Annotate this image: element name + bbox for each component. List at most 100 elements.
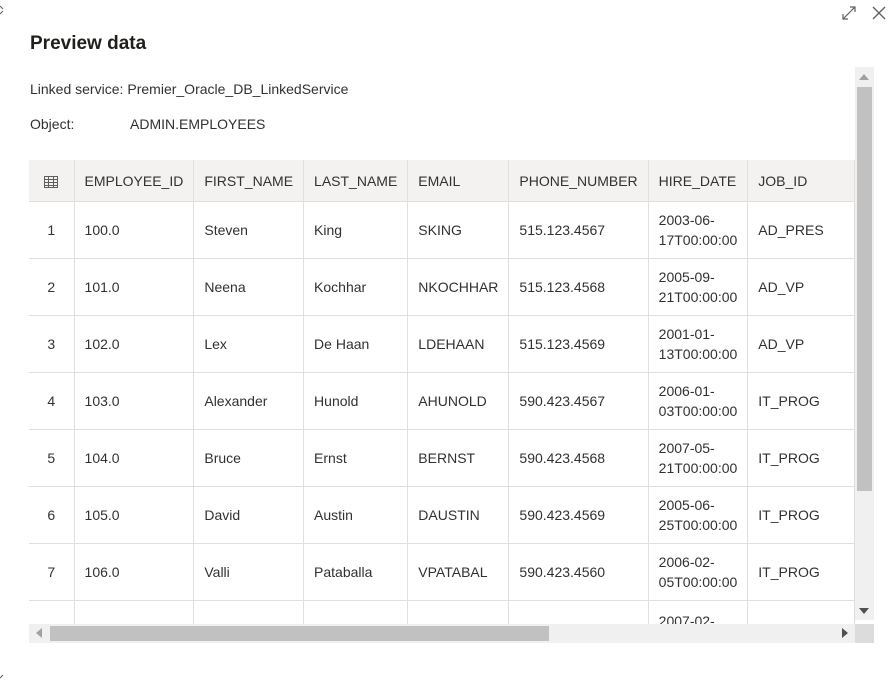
object-value: ADMIN.EMPLOYEES	[130, 116, 266, 132]
cell-hire-date: 2006-01-03T00:00:00	[648, 372, 749, 430]
cell-phone-number: 515.123.4569	[508, 315, 649, 373]
scroll-down-arrow-icon[interactable]	[859, 608, 869, 614]
row-index: 4	[29, 372, 75, 430]
cell-job-id: IT_PROG	[747, 372, 855, 430]
cell-phone-number: 515.123.4568	[508, 258, 649, 316]
cell-hire-date: 2006-02-05T00:00:00	[648, 543, 749, 601]
expand-icon[interactable]	[840, 4, 858, 22]
cell-first-name: David	[193, 486, 305, 544]
cell-job-id: AD_VP	[747, 315, 855, 373]
horizontal-scrollbar[interactable]	[29, 624, 855, 643]
cell-job-id: IT_PROG	[747, 429, 855, 487]
column-header-first-name[interactable]: FIRST_NAME	[193, 160, 305, 202]
cell-hire-date: 2007-02-	[648, 600, 749, 624]
cell-hire-date: 2003-06-17T00:00:00	[648, 201, 749, 259]
cell-hire-date: 2005-09-21T00:00:00	[648, 258, 749, 316]
table-row: 1 100.0 Steven King SKING 515.123.4567 2…	[29, 201, 855, 259]
dialog-title: Preview data	[30, 33, 147, 54]
row-index: 5	[29, 429, 75, 487]
cell-email	[407, 600, 510, 624]
cell-email: LDEHAAN	[407, 315, 510, 373]
table-row: 4 103.0 Alexander Hunold AHUNOLD 590.423…	[29, 372, 855, 430]
cell-employee-id: 106.0	[74, 543, 195, 601]
close-icon[interactable]	[870, 4, 888, 22]
cell-email: BERNST	[407, 429, 510, 487]
edge-marker	[0, 5, 4, 15]
cell-employee-id: 101.0	[74, 258, 195, 316]
cell-phone-number: 590.423.4569	[508, 486, 649, 544]
preview-table: EMPLOYEE_ID FIRST_NAME LAST_NAME EMAIL P…	[29, 160, 855, 624]
cell-last-name	[303, 600, 409, 624]
cell-first-name: Bruce	[193, 429, 305, 487]
grid-icon	[44, 175, 59, 188]
cell-employee-id: 103.0	[74, 372, 195, 430]
cell-last-name: Ernst	[303, 429, 409, 487]
linked-service-row: Linked service: Premier_Oracle_DB_LinkedS…	[30, 81, 348, 97]
column-header-phone-number[interactable]: PHONE_NUMBER	[508, 160, 649, 202]
cell-job-id: IT_PROG	[747, 486, 855, 544]
cell-phone-number: 515.123.4567	[508, 201, 649, 259]
data-grid: EMPLOYEE_ID FIRST_NAME LAST_NAME EMAIL P…	[29, 160, 855, 624]
column-header-last-name[interactable]: LAST_NAME	[303, 160, 409, 202]
cell-email: NKOCHHAR	[407, 258, 510, 316]
row-index: 2	[29, 258, 75, 316]
row-index: 6	[29, 486, 75, 544]
cell-first-name: Steven	[193, 201, 305, 259]
cell-employee-id: 105.0	[74, 486, 195, 544]
cell-hire-date: 2005-06-25T00:00:00	[648, 486, 749, 544]
cell-first-name: Neena	[193, 258, 305, 316]
table-row: 2 101.0 Neena Kochhar NKOCHHAR 515.123.4…	[29, 258, 855, 316]
cell-job-id: IT_PROG	[747, 543, 855, 601]
cell-last-name: King	[303, 201, 409, 259]
cell-phone-number: 590.423.4567	[508, 372, 649, 430]
column-header-employee-id[interactable]: EMPLOYEE_ID	[74, 160, 195, 202]
vertical-scroll-thumb[interactable]	[857, 87, 872, 491]
scroll-right-arrow-icon[interactable]	[842, 628, 848, 638]
horizontal-scroll-thumb[interactable]	[50, 626, 549, 641]
cell-first-name: Valli	[193, 543, 305, 601]
cell-email: DAUSTIN	[407, 486, 510, 544]
column-header-job-id[interactable]: JOB_ID	[747, 160, 855, 202]
cell-phone-number: 590.423.4560	[508, 543, 649, 601]
scroll-up-arrow-icon[interactable]	[859, 74, 869, 80]
linked-service-value: Premier_Oracle_DB_LinkedService	[127, 81, 349, 97]
row-index-header	[29, 160, 75, 202]
header-row: EMPLOYEE_ID FIRST_NAME LAST_NAME EMAIL P…	[29, 160, 855, 202]
cell-hire-date: 2001-01-13T00:00:00	[648, 315, 749, 373]
column-header-hire-date[interactable]: HIRE_DATE	[648, 160, 749, 202]
cell-job-id: AD_VP	[747, 258, 855, 316]
row-index: 1	[29, 201, 75, 259]
object-row: Object: ADMIN.EMPLOYEES	[30, 116, 265, 132]
cell-last-name: Pataballa	[303, 543, 409, 601]
cell-first-name: Lex	[193, 315, 305, 373]
cell-phone-number	[508, 600, 649, 624]
vertical-scrollbar[interactable]	[855, 67, 874, 620]
scrollbar-corner	[855, 624, 874, 643]
column-header-email[interactable]: EMAIL	[407, 160, 510, 202]
cell-first-name	[193, 600, 305, 624]
table-row: 7 106.0 Valli Pataballa VPATABAL 590.423…	[29, 543, 855, 601]
cell-employee-id: 104.0	[74, 429, 195, 487]
linked-service-label: Linked service:	[30, 81, 124, 97]
row-index: 7	[29, 543, 75, 601]
table-row: 2007-02-	[29, 600, 855, 624]
cell-employee-id: 102.0	[74, 315, 195, 373]
cell-first-name: Alexander	[193, 372, 305, 430]
dialog-controls	[840, 4, 888, 22]
object-label: Object:	[30, 116, 75, 132]
scroll-left-arrow-icon[interactable]	[36, 628, 42, 638]
row-index	[29, 600, 75, 624]
cell-email: VPATABAL	[407, 543, 510, 601]
table-row: 5 104.0 Bruce Ernst BERNST 590.423.4568 …	[29, 429, 855, 487]
cell-last-name: Hunold	[303, 372, 409, 430]
cell-job-id	[747, 600, 855, 624]
cell-last-name: De Haan	[303, 315, 409, 373]
cell-email: AHUNOLD	[407, 372, 510, 430]
cell-job-id: AD_PRES	[747, 201, 855, 259]
cell-last-name: Austin	[303, 486, 409, 544]
row-index: 3	[29, 315, 75, 373]
cell-email: SKING	[407, 201, 510, 259]
table-row: 3 102.0 Lex De Haan LDEHAAN 515.123.4569…	[29, 315, 855, 373]
cell-last-name: Kochhar	[303, 258, 409, 316]
cell-employee-id	[74, 600, 195, 624]
